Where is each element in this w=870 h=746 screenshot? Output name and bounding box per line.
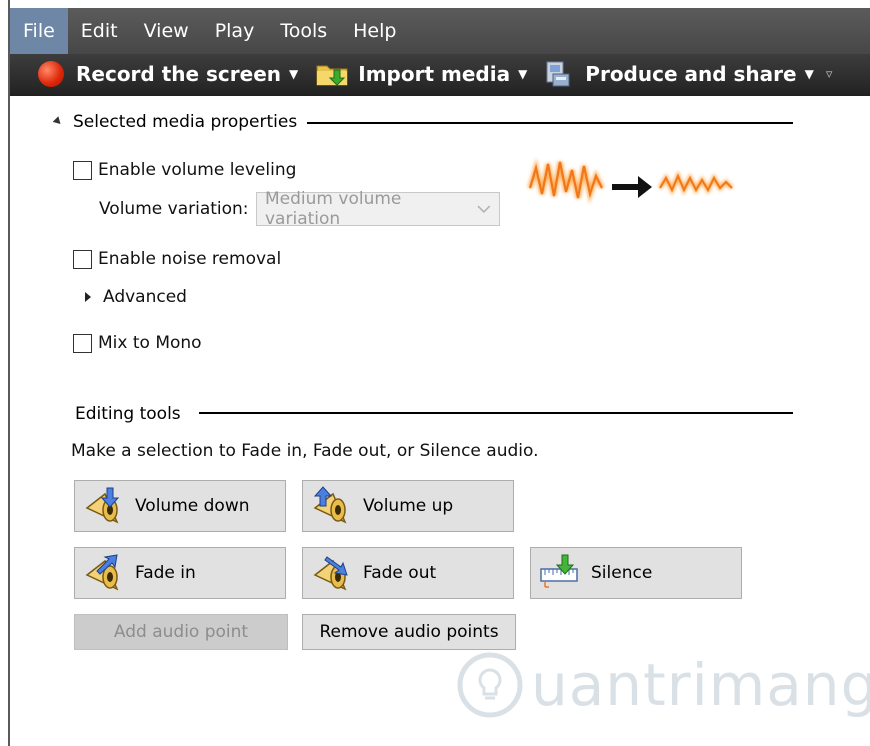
volume-variation-label: Volume variation: xyxy=(99,199,249,219)
import-media-label: Import media xyxy=(358,62,511,86)
mix-mono-label: Mix to Mono xyxy=(98,333,202,353)
record-screen-label: Record the screen xyxy=(76,62,282,86)
record-icon xyxy=(38,61,64,87)
volume-leveling-label: Enable volume leveling xyxy=(98,160,297,180)
fade-out-label: Fade out xyxy=(363,563,437,583)
mix-mono-checkbox[interactable] xyxy=(73,333,92,353)
menu-file[interactable]: File xyxy=(10,8,68,54)
volume-up-label: Volume up xyxy=(363,496,454,516)
lightbulb-logo-icon xyxy=(457,652,523,718)
section-divider xyxy=(307,122,793,124)
section-editing-tools: Editing tools xyxy=(75,404,181,424)
mix-mono-row: Mix to Mono xyxy=(73,333,202,353)
section-divider xyxy=(199,412,793,414)
folder-import-icon xyxy=(316,65,348,86)
watermark-logo: uantrimang xyxy=(455,650,870,720)
audio-panel: Selected media properties Enable volume … xyxy=(10,96,870,746)
silence-button[interactable]: Silence xyxy=(530,547,742,599)
volume-variation-value: Medium volume variation xyxy=(265,189,402,229)
menu-play[interactable]: Play xyxy=(202,8,268,54)
volume-up-icon xyxy=(313,486,347,524)
menu-bar: File Edit View Play Tools Help xyxy=(10,8,870,54)
fade-in-button[interactable]: Fade in xyxy=(74,547,286,599)
volume-leveling-illustration xyxy=(527,158,734,204)
menu-tools[interactable]: Tools xyxy=(267,8,340,54)
section-editing-tools-title: Editing tools xyxy=(75,404,181,424)
app-window: File Edit View Play Tools Help Record th… xyxy=(0,0,870,746)
remove-audio-points-label: Remove audio points xyxy=(319,622,499,642)
fade-out-icon xyxy=(313,556,348,591)
advanced-label: Advanced xyxy=(103,287,187,307)
produce-share-label: Produce and share xyxy=(585,62,797,86)
collapse-triangle-icon[interactable] xyxy=(52,116,64,127)
volume-down-label: Volume down xyxy=(135,496,250,516)
volume-leveling-checkbox[interactable] xyxy=(73,160,92,180)
volume-down-button[interactable]: Volume down xyxy=(74,480,286,532)
add-audio-point-button[interactable]: Add audio point xyxy=(74,614,288,650)
volume-variation-select[interactable]: Medium volume variation xyxy=(256,189,500,229)
advanced-expander[interactable]: Advanced xyxy=(85,287,187,307)
menu-edit[interactable]: Edit xyxy=(68,8,131,54)
volume-leveling-row: Enable volume leveling xyxy=(73,160,296,180)
fade-in-icon xyxy=(85,554,119,591)
fade-in-label: Fade in xyxy=(135,563,196,583)
menu-help[interactable]: Help xyxy=(340,8,409,54)
produce-share-icon xyxy=(546,61,570,87)
section-media-properties-title: Selected media properties xyxy=(73,112,298,132)
record-screen-button[interactable]: Record the screen ▼ xyxy=(38,54,298,94)
chevron-down-icon: ▼ xyxy=(518,67,528,81)
section-media-properties: Selected media properties xyxy=(73,112,297,132)
add-audio-point-label: Add audio point xyxy=(113,622,249,642)
editing-instruction: Make a selection to Fade in, Fade out, o… xyxy=(71,441,539,461)
remove-audio-points-button[interactable]: Remove audio points xyxy=(302,614,516,650)
silence-label: Silence xyxy=(591,563,653,583)
silence-icon xyxy=(540,554,578,588)
watermark-text: uantrimang xyxy=(531,651,870,719)
noise-removal-row: Enable noise removal xyxy=(73,249,281,269)
expand-triangle-icon xyxy=(85,292,91,302)
volume-up-button[interactable]: Volume up xyxy=(302,480,514,532)
produce-share-button[interactable]: Produce and share ▼ xyxy=(545,54,814,94)
fade-out-button[interactable]: Fade out xyxy=(302,547,514,599)
noise-removal-label: Enable noise removal xyxy=(98,249,282,269)
chevron-down-icon: ▼ xyxy=(289,67,299,81)
main-toolbar: Record the screen ▼ Import media ▼ Produ… xyxy=(10,54,870,96)
chevron-down-icon: ▼ xyxy=(804,67,814,81)
toolbar-overflow-icon[interactable]: ▿ xyxy=(826,67,833,82)
import-media-button[interactable]: Import media ▼ xyxy=(316,54,527,94)
noise-removal-checkbox[interactable] xyxy=(73,249,92,269)
menu-view[interactable]: View xyxy=(131,8,202,54)
volume-down-icon xyxy=(85,487,120,524)
chevron-down-icon xyxy=(477,205,491,213)
